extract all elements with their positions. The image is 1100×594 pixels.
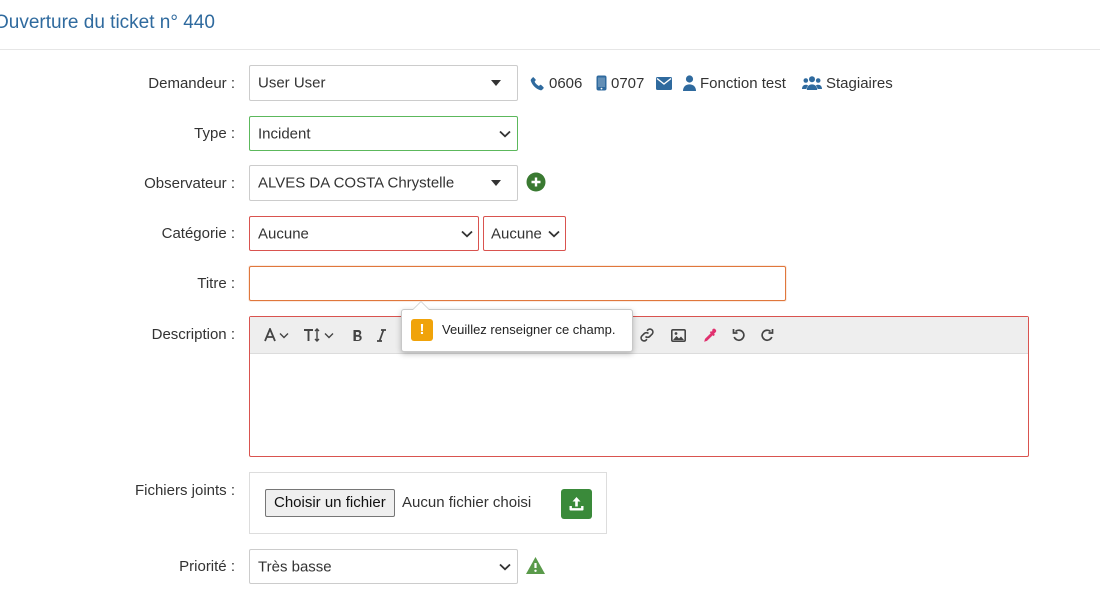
- observer-select[interactable]: ALVES DA COSTA Chrystelle: [249, 165, 518, 201]
- undo-button[interactable]: [732, 325, 746, 345]
- priority-select[interactable]: Très basse: [249, 549, 518, 584]
- phone-icon: [530, 76, 544, 90]
- description-label: Description :: [151, 326, 235, 343]
- mobile-icon: [596, 75, 607, 91]
- requester-email[interactable]: [656, 65, 676, 101]
- link-button[interactable]: [639, 325, 655, 345]
- chevron-down-icon: [461, 230, 473, 238]
- redo-button[interactable]: [760, 325, 774, 345]
- requester-phone: 0606: [530, 65, 582, 101]
- title-input[interactable]: [249, 266, 786, 301]
- user-icon: [683, 75, 696, 91]
- requester-function-text: Fonction test: [700, 74, 786, 92]
- page-title: Ouverture du ticket n° 440: [0, 12, 215, 34]
- category-label: Catégorie :: [161, 225, 235, 242]
- font-color-button[interactable]: [263, 325, 289, 345]
- requester-group: Stagiaires: [802, 65, 893, 101]
- observer-label: Observateur :: [144, 175, 235, 192]
- font-icon: [264, 328, 276, 342]
- image-icon: [671, 328, 686, 342]
- priority-value: Très basse: [258, 558, 332, 575]
- undo-icon: [732, 329, 745, 342]
- requester-group-text: Stagiaires: [826, 74, 893, 92]
- priority-label: Priorité :: [179, 558, 235, 575]
- observer-value: ALVES DA COSTA Chrystelle: [258, 174, 455, 192]
- chevron-down-icon: [491, 180, 501, 186]
- chevron-down-icon: [499, 563, 511, 571]
- plus-circle-icon[interactable]: [526, 172, 546, 192]
- validation-tooltip: ! Veuillez renseigner ce champ.: [401, 301, 633, 352]
- attachments-box: Choisir un fichier Aucun fichier choisi: [249, 472, 607, 534]
- requester-phone-text: 0606: [549, 74, 583, 92]
- type-select[interactable]: Incident: [249, 116, 518, 151]
- type-label: Type :: [194, 125, 235, 142]
- upload-icon: [569, 497, 584, 511]
- text-height-icon: [304, 328, 320, 342]
- bold-button[interactable]: [352, 325, 363, 345]
- category-select[interactable]: Aucune: [249, 216, 479, 251]
- page-header: Ouverture du ticket n° 440: [0, 0, 1100, 50]
- editor-toolbar: [250, 317, 1028, 354]
- page-title-text: Ouverture du ticket n° 440: [0, 12, 215, 33]
- requester-value: User User: [258, 74, 326, 92]
- chevron-down-icon: [491, 80, 501, 86]
- description-editor[interactable]: [249, 316, 1029, 457]
- file-status: Aucun fichier choisi: [402, 494, 532, 511]
- image-button[interactable]: [671, 325, 686, 345]
- requester-label: Demandeur :: [148, 75, 235, 92]
- color-picker-button[interactable]: [702, 325, 717, 345]
- type-value: Incident: [258, 125, 311, 142]
- envelope-icon[interactable]: [656, 76, 672, 90]
- users-icon: [802, 76, 822, 90]
- upload-button[interactable]: [561, 489, 592, 519]
- chevron-down-icon: [548, 230, 560, 238]
- subcategory-value: Aucune: [491, 225, 542, 242]
- chevron-down-icon: [499, 130, 511, 138]
- tooltip-arrow: [412, 301, 430, 310]
- title-label: Titre :: [197, 275, 235, 292]
- requester-mobile: 0707: [596, 65, 644, 101]
- choose-file-button[interactable]: Choisir un fichier: [265, 489, 395, 517]
- bold-icon: [353, 329, 362, 341]
- italic-icon: [377, 328, 386, 342]
- requester-select[interactable]: User User: [249, 65, 518, 101]
- warning-icon: !: [411, 319, 433, 341]
- italic-button[interactable]: [377, 325, 386, 345]
- text-size-button[interactable]: [303, 325, 334, 345]
- warning-triangle-icon: [526, 557, 545, 574]
- tooltip-message: Veuillez renseigner ce champ.: [442, 322, 616, 337]
- requester-function: Fonction test: [683, 65, 786, 101]
- eyedropper-icon: [704, 328, 717, 342]
- chevron-down-icon: [324, 332, 334, 338]
- category-value: Aucune: [258, 225, 309, 242]
- subcategory-select[interactable]: Aucune: [483, 216, 566, 251]
- attachments-label: Fichiers joints :: [134, 482, 235, 499]
- chevron-down-icon: [279, 332, 289, 338]
- requester-mobile-text: 0707: [611, 74, 645, 92]
- link-icon: [640, 328, 654, 342]
- redo-icon: [761, 329, 774, 342]
